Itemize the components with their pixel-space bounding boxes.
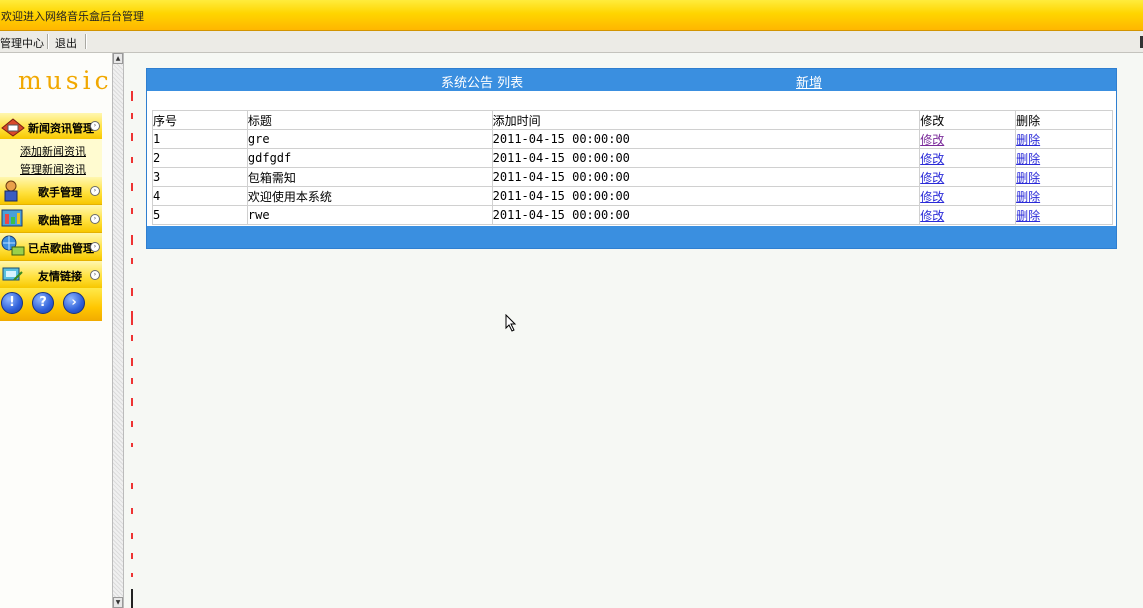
table-row: 5 rwe 2011-04-15 00:00:00 修改 删除 — [152, 205, 1113, 225]
row-time: 2011-04-15 00:00:00 — [491, 148, 921, 168]
panel-caption: 系统公告 列表 — [441, 76, 524, 91]
edit-link[interactable]: 修改 — [920, 171, 944, 185]
table-row: 3 包箱需知 2011-04-15 00:00:00 修改 删除 — [152, 167, 1113, 187]
row-title: gre — [246, 129, 493, 149]
singer-icon — [4, 180, 18, 202]
add-announcement-link[interactable]: 新增 — [796, 72, 822, 91]
menu-separator — [85, 34, 87, 49]
column-header-id: 序号 — [152, 110, 248, 130]
sidebar-item-label: 友情链接 — [38, 270, 82, 283]
sidebar-item-singers[interactable]: 歌手管理 › — [0, 177, 102, 205]
edit-link[interactable]: 修改 — [920, 133, 944, 147]
row-id: 2 — [152, 148, 248, 168]
sidebar-item-news[interactable]: 新闻资讯管理 › — [0, 113, 102, 140]
panel-footer — [147, 226, 1116, 248]
menu-bar: 管理中心 退出 — [0, 31, 1143, 53]
sidebar: music 新闻资讯管理 › 添加新闻资讯 管理新闻资讯 歌手管理 › 歌曲管理… — [0, 53, 112, 608]
sidebar-sublink-manage-news[interactable]: 管理新闻资讯 — [20, 161, 86, 177]
sidebar-item-links[interactable]: 友情链接 › — [0, 261, 102, 289]
delete-link[interactable]: 删除 — [1016, 133, 1040, 147]
delete-link[interactable]: 删除 — [1016, 209, 1040, 223]
logo: music — [18, 66, 113, 95]
delete-link[interactable]: 删除 — [1016, 190, 1040, 204]
sidebar-item-label: 已点歌曲管理 — [28, 242, 94, 255]
row-time: 2011-04-15 00:00:00 — [491, 167, 921, 187]
row-id: 4 — [152, 186, 248, 206]
column-header-delete: 删除 — [1015, 110, 1113, 130]
info-icon[interactable]: ! — [1, 292, 23, 314]
delete-link[interactable]: 删除 — [1016, 152, 1040, 166]
row-id: 3 — [152, 167, 248, 187]
link-icon — [2, 267, 23, 281]
menu-manage-center[interactable]: 管理中心 — [0, 35, 44, 51]
row-time: 2011-04-15 00:00:00 — [491, 186, 921, 206]
sidebar-bottom-icons: ! ? › — [0, 288, 102, 321]
table-row: 4 欢迎使用本系统 2011-04-15 00:00:00 修改 删除 — [152, 186, 1113, 206]
frame-divider-marks — [131, 53, 137, 608]
edit-link[interactable]: 修改 — [920, 152, 944, 166]
menu-separator — [47, 34, 49, 49]
chevron-right-icon: › — [90, 242, 100, 252]
row-title: 包箱需知 — [246, 167, 493, 187]
chevron-right-icon: › — [90, 121, 100, 131]
sidebar-item-label: 新闻资讯管理 — [28, 122, 94, 135]
chevron-right-icon: › — [90, 186, 100, 196]
scroll-up-icon[interactable]: ▲ — [113, 53, 123, 64]
menu-logout[interactable]: 退出 — [55, 35, 77, 51]
row-id: 1 — [152, 129, 248, 149]
column-header-edit: 修改 — [919, 110, 1017, 130]
column-header-title: 标题 — [246, 110, 493, 130]
song-icon — [1, 209, 23, 227]
sidebar-sublink-add-news[interactable]: 添加新闻资讯 — [20, 143, 86, 159]
sidebar-subnav: 添加新闻资讯 管理新闻资讯 — [0, 139, 102, 177]
edit-link[interactable]: 修改 — [920, 190, 944, 204]
forward-icon[interactable]: › — [63, 292, 85, 314]
page-title: 欢迎进入网络音乐盒后台管理 — [1, 10, 144, 23]
chevron-right-icon: › — [90, 270, 100, 280]
help-icon[interactable]: ? — [32, 292, 54, 314]
chevron-right-icon: › — [90, 214, 100, 224]
row-time: 2011-04-15 00:00:00 — [491, 205, 921, 225]
sidebar-item-ordered-songs[interactable]: 已点歌曲管理 › — [0, 233, 102, 261]
scroll-down-icon[interactable]: ▼ — [113, 597, 123, 608]
announcement-table: 序号 标题 添加时间 修改 删除 1 gre 2011-04-15 00:00:… — [152, 110, 1113, 225]
row-time: 2011-04-15 00:00:00 — [491, 129, 921, 149]
edit-link[interactable]: 修改 — [920, 209, 944, 223]
row-title: gdfgdf — [246, 148, 493, 168]
row-title: 欢迎使用本系统 — [246, 186, 493, 206]
mouse-cursor-icon — [505, 314, 517, 332]
sidebar-item-songs[interactable]: 歌曲管理 › — [0, 205, 102, 233]
table-row: 1 gre 2011-04-15 00:00:00 修改 删除 — [152, 129, 1113, 149]
row-title: rwe — [246, 205, 493, 225]
news-icon — [1, 118, 25, 137]
table-header-row: 序号 标题 添加时间 修改 删除 — [152, 110, 1113, 130]
panel-header: 系统公告 列表 新增 — [147, 69, 1116, 91]
sidebar-item-label: 歌手管理 — [38, 186, 82, 199]
row-id: 5 — [152, 205, 248, 225]
delete-link[interactable]: 删除 — [1016, 171, 1040, 185]
title-bar: 欢迎进入网络音乐盒后台管理 — [0, 0, 1143, 31]
table-row: 2 gdfgdf 2011-04-15 00:00:00 修改 删除 — [152, 148, 1113, 168]
globe-computer-icon — [1, 235, 25, 256]
sidebar-scrollbar[interactable]: ▲ ▼ — [112, 53, 124, 608]
sidebar-item-label: 歌曲管理 — [38, 214, 82, 227]
column-header-time: 添加时间 — [491, 110, 921, 130]
announcement-panel: 系统公告 列表 新增 序号 标题 添加时间 修改 删除 1 gre 2011-0… — [146, 68, 1117, 249]
